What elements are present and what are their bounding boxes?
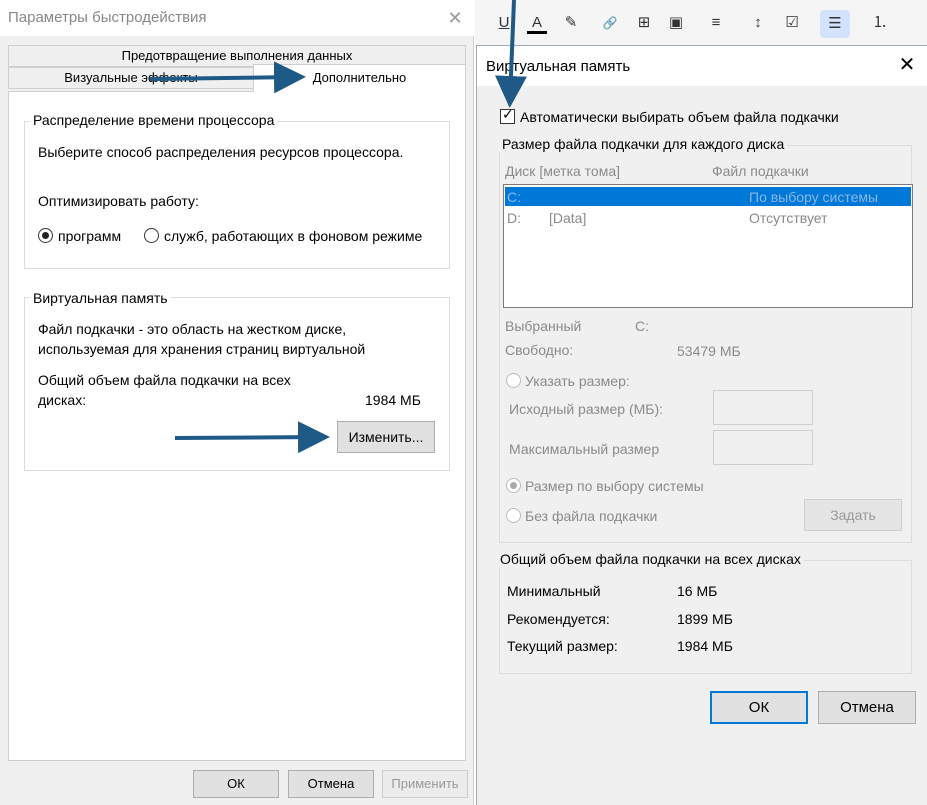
services-radio-label[interactable]: служб, работающих в фоновом режиме (164, 228, 422, 244)
numbered-list-icon[interactable]: ⒈ (870, 12, 890, 34)
tab-visual-effects[interactable]: Визуальные эффекты (8, 67, 254, 89)
drive-column-header: Диск [метка тома] (505, 163, 621, 179)
initial-size-label: Исходный размер (МБ): (509, 401, 664, 417)
services-radio[interactable] (144, 228, 159, 243)
drive-paging-file: Отсутствует (749, 210, 828, 226)
selected-drive-label: Выбранный (505, 318, 582, 334)
change-button[interactable]: Изменить... (337, 421, 435, 453)
initial-size-input[interactable] (713, 390, 813, 425)
minimum-value: 16 МБ (677, 583, 718, 599)
optimize-label: Оптимизировать работу: (38, 193, 199, 209)
underline-icon[interactable]: U (494, 12, 514, 34)
image-icon[interactable]: ▣ (666, 12, 686, 34)
max-size-label: Максимальный размер (509, 441, 660, 457)
highlight-icon[interactable]: ✎ (561, 12, 581, 34)
current-size-label: Текущий размер: (507, 638, 618, 654)
close-icon[interactable]: ✕ (443, 6, 467, 30)
vm-total-label-line2: дисках: (38, 392, 87, 408)
tab-advanced[interactable]: Дополнительно (253, 64, 466, 92)
drive-letter: D: (507, 210, 521, 226)
no-paging-file-label[interactable]: Без файла подкачки (525, 508, 657, 524)
recommended-value: 1899 МБ (677, 611, 733, 627)
drive-paging-file: По выбору системы (749, 189, 879, 205)
virtual-memory-group-title: Виртуальная память (30, 290, 171, 306)
cancel-button[interactable]: Отмена (288, 770, 374, 798)
bulleted-list-icon[interactable]: ☰ (820, 10, 850, 38)
link-icon[interactable]: 🔗 (600, 12, 620, 34)
total-group-title: Общий объем файла подкачки на всех диска… (497, 551, 804, 567)
per-drive-group-title: Размер файла подкачки для каждого диска (499, 136, 788, 152)
cpu-group-title: Распределение времени процессора (30, 112, 278, 128)
vm-description-line1: Файл подкачки - это область на жестком д… (38, 321, 347, 337)
custom-size-label[interactable]: Указать размер: (525, 373, 630, 389)
line-spacing-icon[interactable]: ↕ (748, 12, 768, 34)
system-managed-radio[interactable] (506, 478, 521, 493)
current-size-value: 1984 МБ (677, 638, 733, 654)
checklist-icon[interactable]: ☑ (782, 12, 802, 34)
vm-description-line2: используемая для хранения страниц виртуа… (38, 341, 366, 357)
paging-file-column-header: Файл подкачки (712, 163, 809, 179)
cancel-button[interactable]: Отмена (818, 691, 916, 724)
free-space-label: Свободно: (505, 342, 574, 358)
system-managed-label[interactable]: Размер по выбору системы (525, 478, 704, 494)
virtual-memory-dialog-title: Виртуальная память (486, 58, 631, 75)
custom-size-radio[interactable] (506, 373, 521, 388)
performance-dialog-title: Параметры быстродействия (8, 9, 207, 26)
vm-total-label-line1: Общий объем файла подкачки на всех (38, 372, 291, 388)
recommended-label: Рекомендуется: (507, 611, 610, 627)
programs-radio[interactable] (38, 228, 53, 243)
align-icon[interactable]: ≡ (706, 12, 726, 34)
free-space-value: 53479 МБ (677, 343, 741, 359)
minimum-label: Минимальный (507, 583, 601, 599)
no-paging-file-radio[interactable] (506, 508, 521, 523)
auto-manage-checkbox[interactable] (500, 107, 515, 124)
insert-icon[interactable]: ⊞ (634, 12, 654, 34)
programs-radio-label[interactable]: программ (58, 228, 121, 244)
cpu-description: Выберите способ распределения ресурсов п… (38, 144, 404, 160)
drive-letter: C: (507, 189, 521, 205)
apply-button[interactable]: Применить (382, 770, 468, 798)
ok-button[interactable]: ОК (193, 770, 279, 798)
text-color-icon[interactable]: A (527, 12, 547, 34)
close-icon[interactable]: ✕ (895, 53, 919, 77)
set-button[interactable]: Задать (804, 499, 902, 531)
ok-button[interactable]: ОК (710, 691, 808, 724)
vm-total-value: 1984 МБ (365, 392, 421, 408)
selected-drive-value: C: (635, 318, 649, 334)
drive-volume-label: [Data] (549, 210, 587, 226)
auto-manage-label[interactable]: Автоматически выбирать объем файла подка… (520, 109, 839, 125)
max-size-input[interactable] (713, 430, 813, 465)
